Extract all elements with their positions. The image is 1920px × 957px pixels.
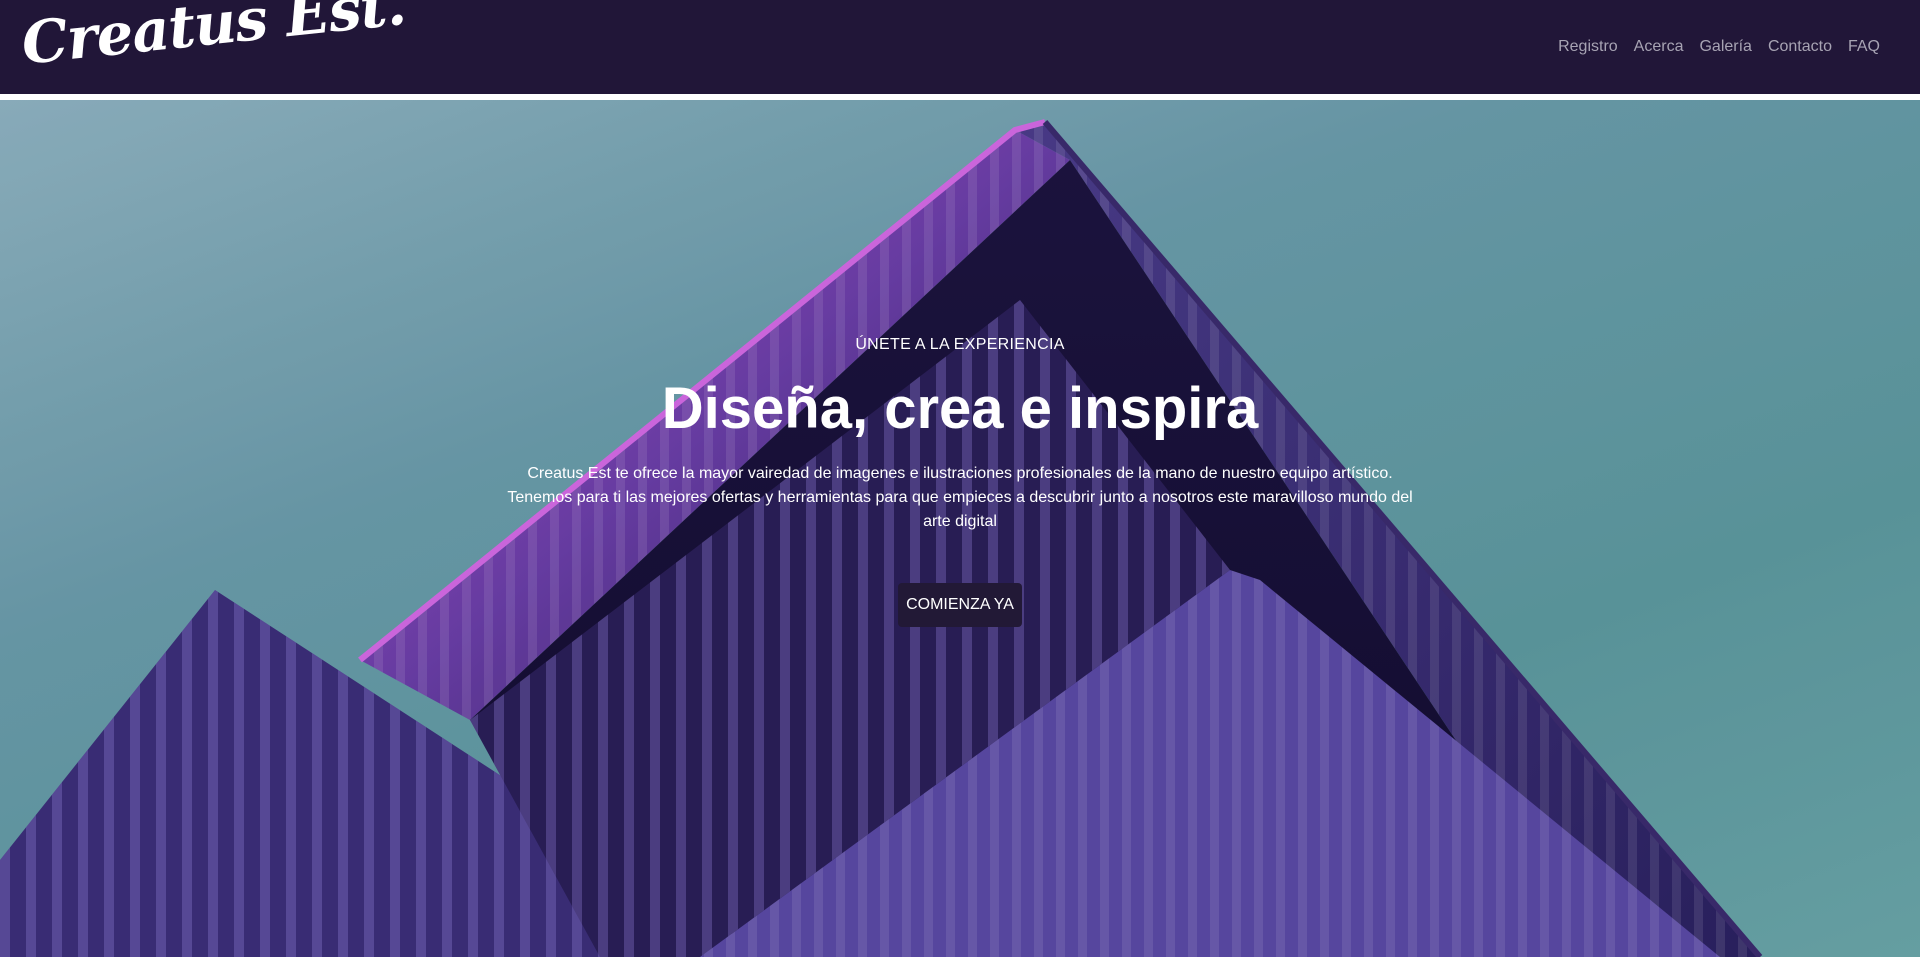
nav-link-registro[interactable]: Registro bbox=[1550, 36, 1626, 58]
navbar: Creatus Est. Registro Acerca Galería Con… bbox=[0, 0, 1920, 94]
brand-logo[interactable]: Creatus Est. bbox=[18, 0, 409, 84]
start-now-button[interactable]: COMIENZA YA bbox=[898, 583, 1022, 627]
nav-link-contacto[interactable]: Contacto bbox=[1760, 36, 1840, 58]
nav-link-acerca[interactable]: Acerca bbox=[1626, 36, 1692, 58]
nav-link-galeria[interactable]: Galería bbox=[1691, 36, 1759, 58]
hero-description: Creatus Est te ofrece la mayor vairedad … bbox=[507, 465, 1413, 530]
hero-headline: Diseña, crea e inspira bbox=[661, 376, 1259, 441]
nav-link-faq[interactable]: FAQ bbox=[1840, 36, 1888, 58]
nav-links: Registro Acerca Galería Contacto FAQ bbox=[1550, 36, 1888, 58]
hero-eyebrow: ÚNETE A LA EXPERIENCIA bbox=[855, 336, 1065, 353]
hero-section: ÚNETE A LA EXPERIENCIA Diseña, crea e in… bbox=[0, 100, 1920, 957]
